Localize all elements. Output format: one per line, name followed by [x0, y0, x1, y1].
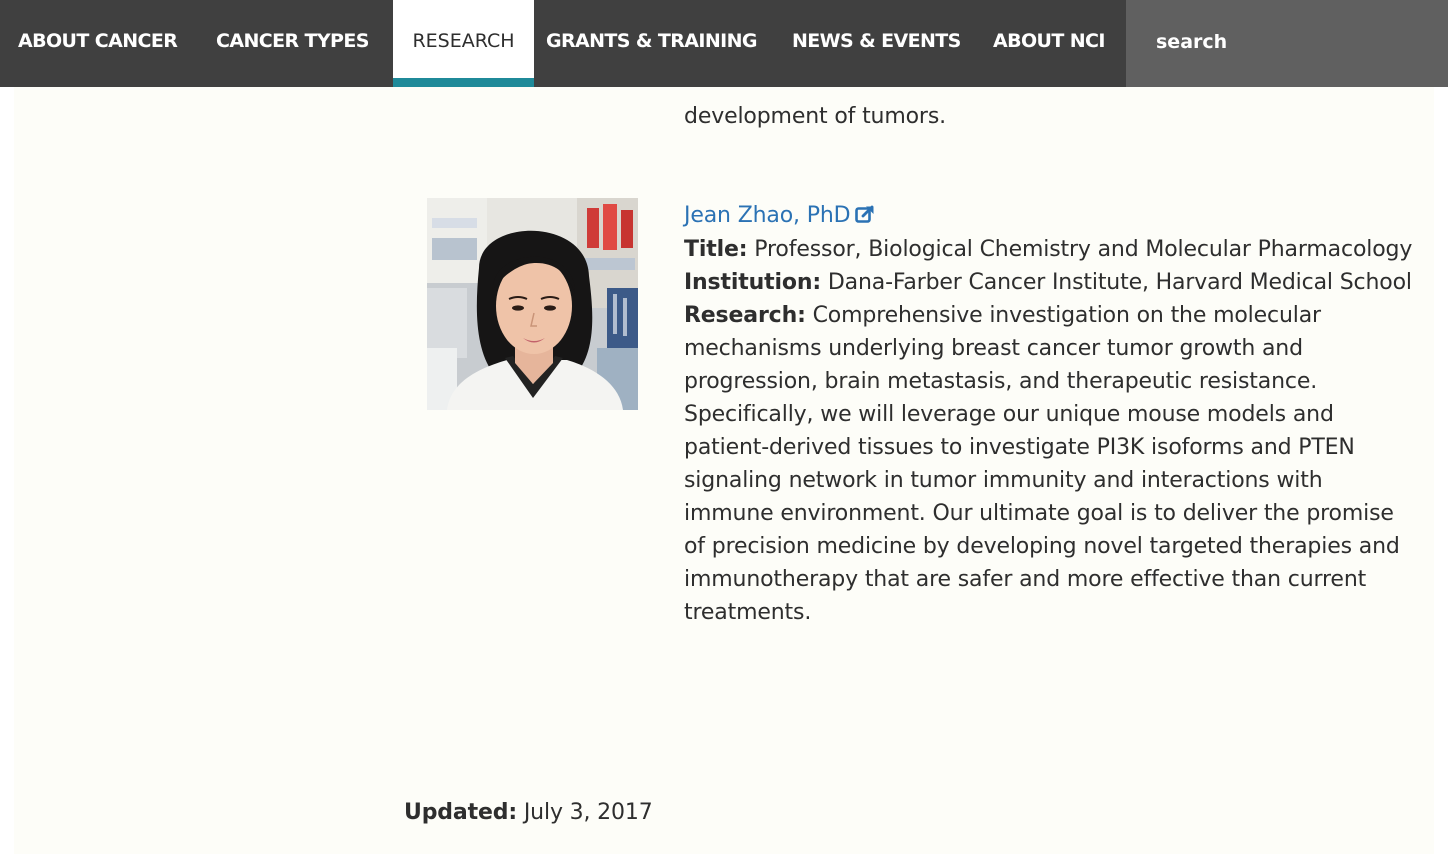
- profile-photo: [427, 198, 638, 410]
- research-value: Comprehensive investigation on the molec…: [684, 303, 1400, 625]
- nav-item-research[interactable]: RESEARCH: [393, 0, 534, 87]
- nav-item-grants-training[interactable]: GRANTS & TRAINING: [546, 0, 758, 87]
- portrait-photo: [427, 198, 638, 410]
- search-input[interactable]: [1126, 0, 1448, 87]
- institution-line: Institution: Dana-Farber Cancer Institut…: [684, 266, 1414, 299]
- researcher-name-link[interactable]: Jean Zhao, PhD: [684, 203, 875, 228]
- researcher-profile: Jean Zhao, PhD Title: Professor, Biologi…: [684, 199, 1414, 629]
- external-link-icon: [855, 200, 875, 233]
- nav-item-about-cancer[interactable]: ABOUT CANCER: [18, 0, 178, 87]
- main-content: development of tumors. Jean Zhao, PhD Ti…: [14, 87, 1434, 854]
- search-box: [1126, 0, 1448, 87]
- updated-label: Updated:: [404, 800, 517, 825]
- previous-entry-text: development of tumors.: [684, 104, 946, 129]
- updated-date: July 3, 2017: [523, 800, 653, 825]
- researcher-name-line: Jean Zhao, PhD: [684, 199, 1414, 233]
- updated-line: Updated: July 3, 2017: [404, 796, 653, 829]
- main-navigation: ABOUT CANCER CANCER TYPES RESEARCH GRANT…: [0, 0, 1448, 87]
- title-value: Professor, Biological Chemistry and Mole…: [754, 237, 1413, 262]
- researcher-name: Jean Zhao, PhD: [684, 203, 851, 228]
- research-line: Research: Comprehensive investigation on…: [684, 299, 1414, 629]
- institution-label: Institution:: [684, 270, 822, 295]
- institution-value: Dana-Farber Cancer Institute, Harvard Me…: [827, 270, 1412, 295]
- nav-item-cancer-types[interactable]: CANCER TYPES: [216, 0, 369, 87]
- title-line: Title: Professor, Biological Chemistry a…: [684, 233, 1414, 266]
- title-label: Title:: [684, 237, 748, 262]
- research-label: Research:: [684, 303, 806, 328]
- nav-item-about-nci[interactable]: ABOUT NCI: [993, 0, 1105, 87]
- nav-item-news-events[interactable]: NEWS & EVENTS: [792, 0, 961, 87]
